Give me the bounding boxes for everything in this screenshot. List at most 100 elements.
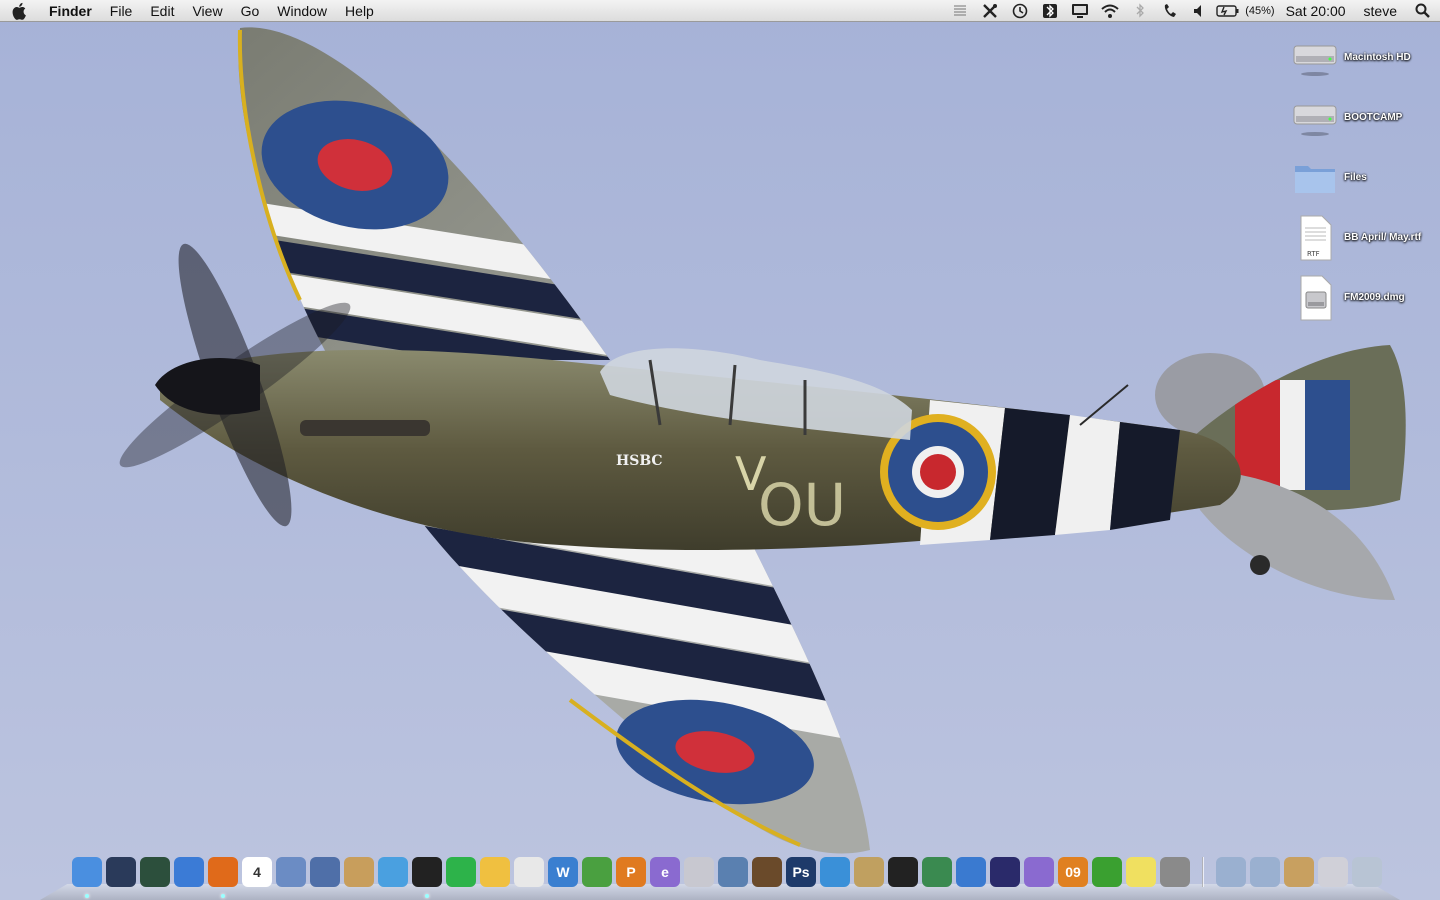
dock-item[interactable]	[682, 855, 716, 889]
dock-item[interactable]	[1316, 855, 1350, 889]
menu-extra-icon[interactable]	[945, 0, 975, 22]
system-preferences-icon	[1160, 857, 1190, 887]
powerpoint-icon: P	[616, 857, 646, 887]
dock-item[interactable]	[342, 855, 376, 889]
desktop-item-macintosh-hd[interactable]: Macintosh HD	[1290, 30, 1440, 86]
menu-view[interactable]: View	[183, 0, 231, 22]
desktop-item-label: Files	[1344, 172, 1367, 183]
wifi-icon[interactable]	[1095, 0, 1125, 22]
menu-window[interactable]: Window	[268, 0, 336, 22]
desktop-item-fm2009-dmg[interactable]: FM2009.dmg	[1290, 270, 1440, 326]
dock-item[interactable]	[716, 855, 750, 889]
mail-icon	[276, 857, 306, 887]
desktop-item-label: Macintosh HD	[1344, 52, 1411, 63]
dock-item[interactable]	[1214, 855, 1248, 889]
dock-item[interactable]	[818, 855, 852, 889]
menu-user[interactable]: steve	[1355, 0, 1406, 22]
firefox-icon	[208, 857, 238, 887]
dock-item[interactable]	[274, 855, 308, 889]
textedit-icon	[514, 857, 544, 887]
dock-item[interactable]: W	[546, 855, 580, 889]
menu-bar-left: Finder File Edit View Go Window Help	[0, 0, 383, 22]
dock-item[interactable]	[1090, 855, 1124, 889]
time-machine-icon[interactable]	[1005, 0, 1035, 22]
folder-icon	[1290, 153, 1340, 203]
desktop-item-bootcamp[interactable]: BOOTCAMP	[1290, 90, 1440, 146]
dock-item[interactable]	[1350, 855, 1384, 889]
dock-item[interactable]	[138, 855, 172, 889]
address-book-icon	[344, 857, 374, 887]
utorrent-icon	[1092, 857, 1122, 887]
battery-icon[interactable]	[1215, 0, 1241, 22]
battery-percent[interactable]: (45%)	[1241, 0, 1276, 22]
dock-item[interactable]	[444, 855, 478, 889]
display-icon[interactable]	[1065, 0, 1095, 22]
photo-stack-icon	[854, 857, 884, 887]
dock-item[interactable]	[376, 855, 410, 889]
spotlight-icon[interactable]	[1406, 0, 1440, 22]
contacts-stack-icon	[1284, 857, 1314, 887]
dock-item[interactable]: P	[614, 855, 648, 889]
entourage-icon: e	[650, 857, 680, 887]
disk-image-icon	[1290, 273, 1340, 323]
garageband-icon	[412, 857, 442, 887]
dock-item[interactable]	[1158, 855, 1192, 889]
dock-item[interactable]: e	[648, 855, 682, 889]
messenger-icon	[956, 857, 986, 887]
menu-bar: Finder File Edit View Go Window Help (45…	[0, 0, 1440, 22]
dock-item[interactable]	[70, 855, 104, 898]
desktop-item-bb-april-may[interactable]: RTF BB April/ May.rtf	[1290, 210, 1440, 266]
svg-text:RTF: RTF	[1307, 250, 1320, 258]
dock-separator	[1202, 857, 1204, 887]
desktop-item-files[interactable]: Files	[1290, 150, 1440, 206]
dock-item[interactable]	[954, 855, 988, 889]
bluetooth-sync-icon[interactable]	[1035, 0, 1065, 22]
menu-app-name[interactable]: Finder	[40, 0, 101, 22]
dock-item[interactable]	[750, 855, 784, 889]
folder-purple-icon	[1024, 857, 1054, 887]
svg-text:OU: OU	[758, 471, 846, 539]
dock-item[interactable]	[1124, 855, 1158, 889]
dock-item[interactable]	[308, 855, 342, 889]
dock-item[interactable]: Ps	[784, 855, 818, 889]
running-indicator	[425, 894, 429, 898]
volume-icon[interactable]	[1185, 0, 1215, 22]
dock-item[interactable]	[206, 855, 240, 898]
desktop-item-label: BOOTCAMP	[1344, 112, 1403, 123]
menu-file[interactable]: File	[101, 0, 142, 22]
running-indicator	[85, 894, 89, 898]
stickies-icon	[1126, 857, 1156, 887]
time-machine-icon	[140, 857, 170, 887]
menu-help[interactable]: Help	[336, 0, 383, 22]
desktop-wallpaper: V OU HSBC	[0, 0, 1440, 900]
dashboard-icon	[106, 857, 136, 887]
menu-clock[interactable]: Sat 20:00	[1277, 0, 1355, 22]
itunes-icon	[378, 857, 408, 887]
apple-menu-icon[interactable]	[0, 0, 40, 22]
dock-item[interactable]	[1022, 855, 1056, 889]
dock-item[interactable]: 4	[240, 855, 274, 889]
dock-item[interactable]	[852, 855, 886, 889]
photo-booth-icon	[752, 857, 782, 887]
dock-item[interactable]: 09	[1056, 855, 1090, 889]
dock: 4 W Pe Ps 09	[70, 854, 1384, 898]
dock-item[interactable]	[920, 855, 954, 889]
dock-item[interactable]	[172, 855, 206, 889]
excel-icon	[582, 857, 612, 887]
dock-item[interactable]	[886, 855, 920, 889]
bluetooth-icon[interactable]	[1125, 0, 1155, 22]
menu-go[interactable]: Go	[232, 0, 269, 22]
dock-item[interactable]	[478, 855, 512, 889]
phone-icon[interactable]	[1155, 0, 1185, 22]
documents-stack-icon	[1250, 857, 1280, 887]
dock-item[interactable]	[1282, 855, 1316, 889]
dock-item[interactable]	[1248, 855, 1282, 889]
dock-item[interactable]	[580, 855, 614, 889]
menu-edit[interactable]: Edit	[141, 0, 183, 22]
dock-item[interactable]	[512, 855, 546, 889]
dock-item[interactable]	[104, 855, 138, 889]
dock-item[interactable]	[410, 855, 444, 898]
downloads-stack-icon	[1318, 857, 1348, 887]
dock-item[interactable]	[988, 855, 1022, 889]
tools-icon[interactable]	[975, 0, 1005, 22]
